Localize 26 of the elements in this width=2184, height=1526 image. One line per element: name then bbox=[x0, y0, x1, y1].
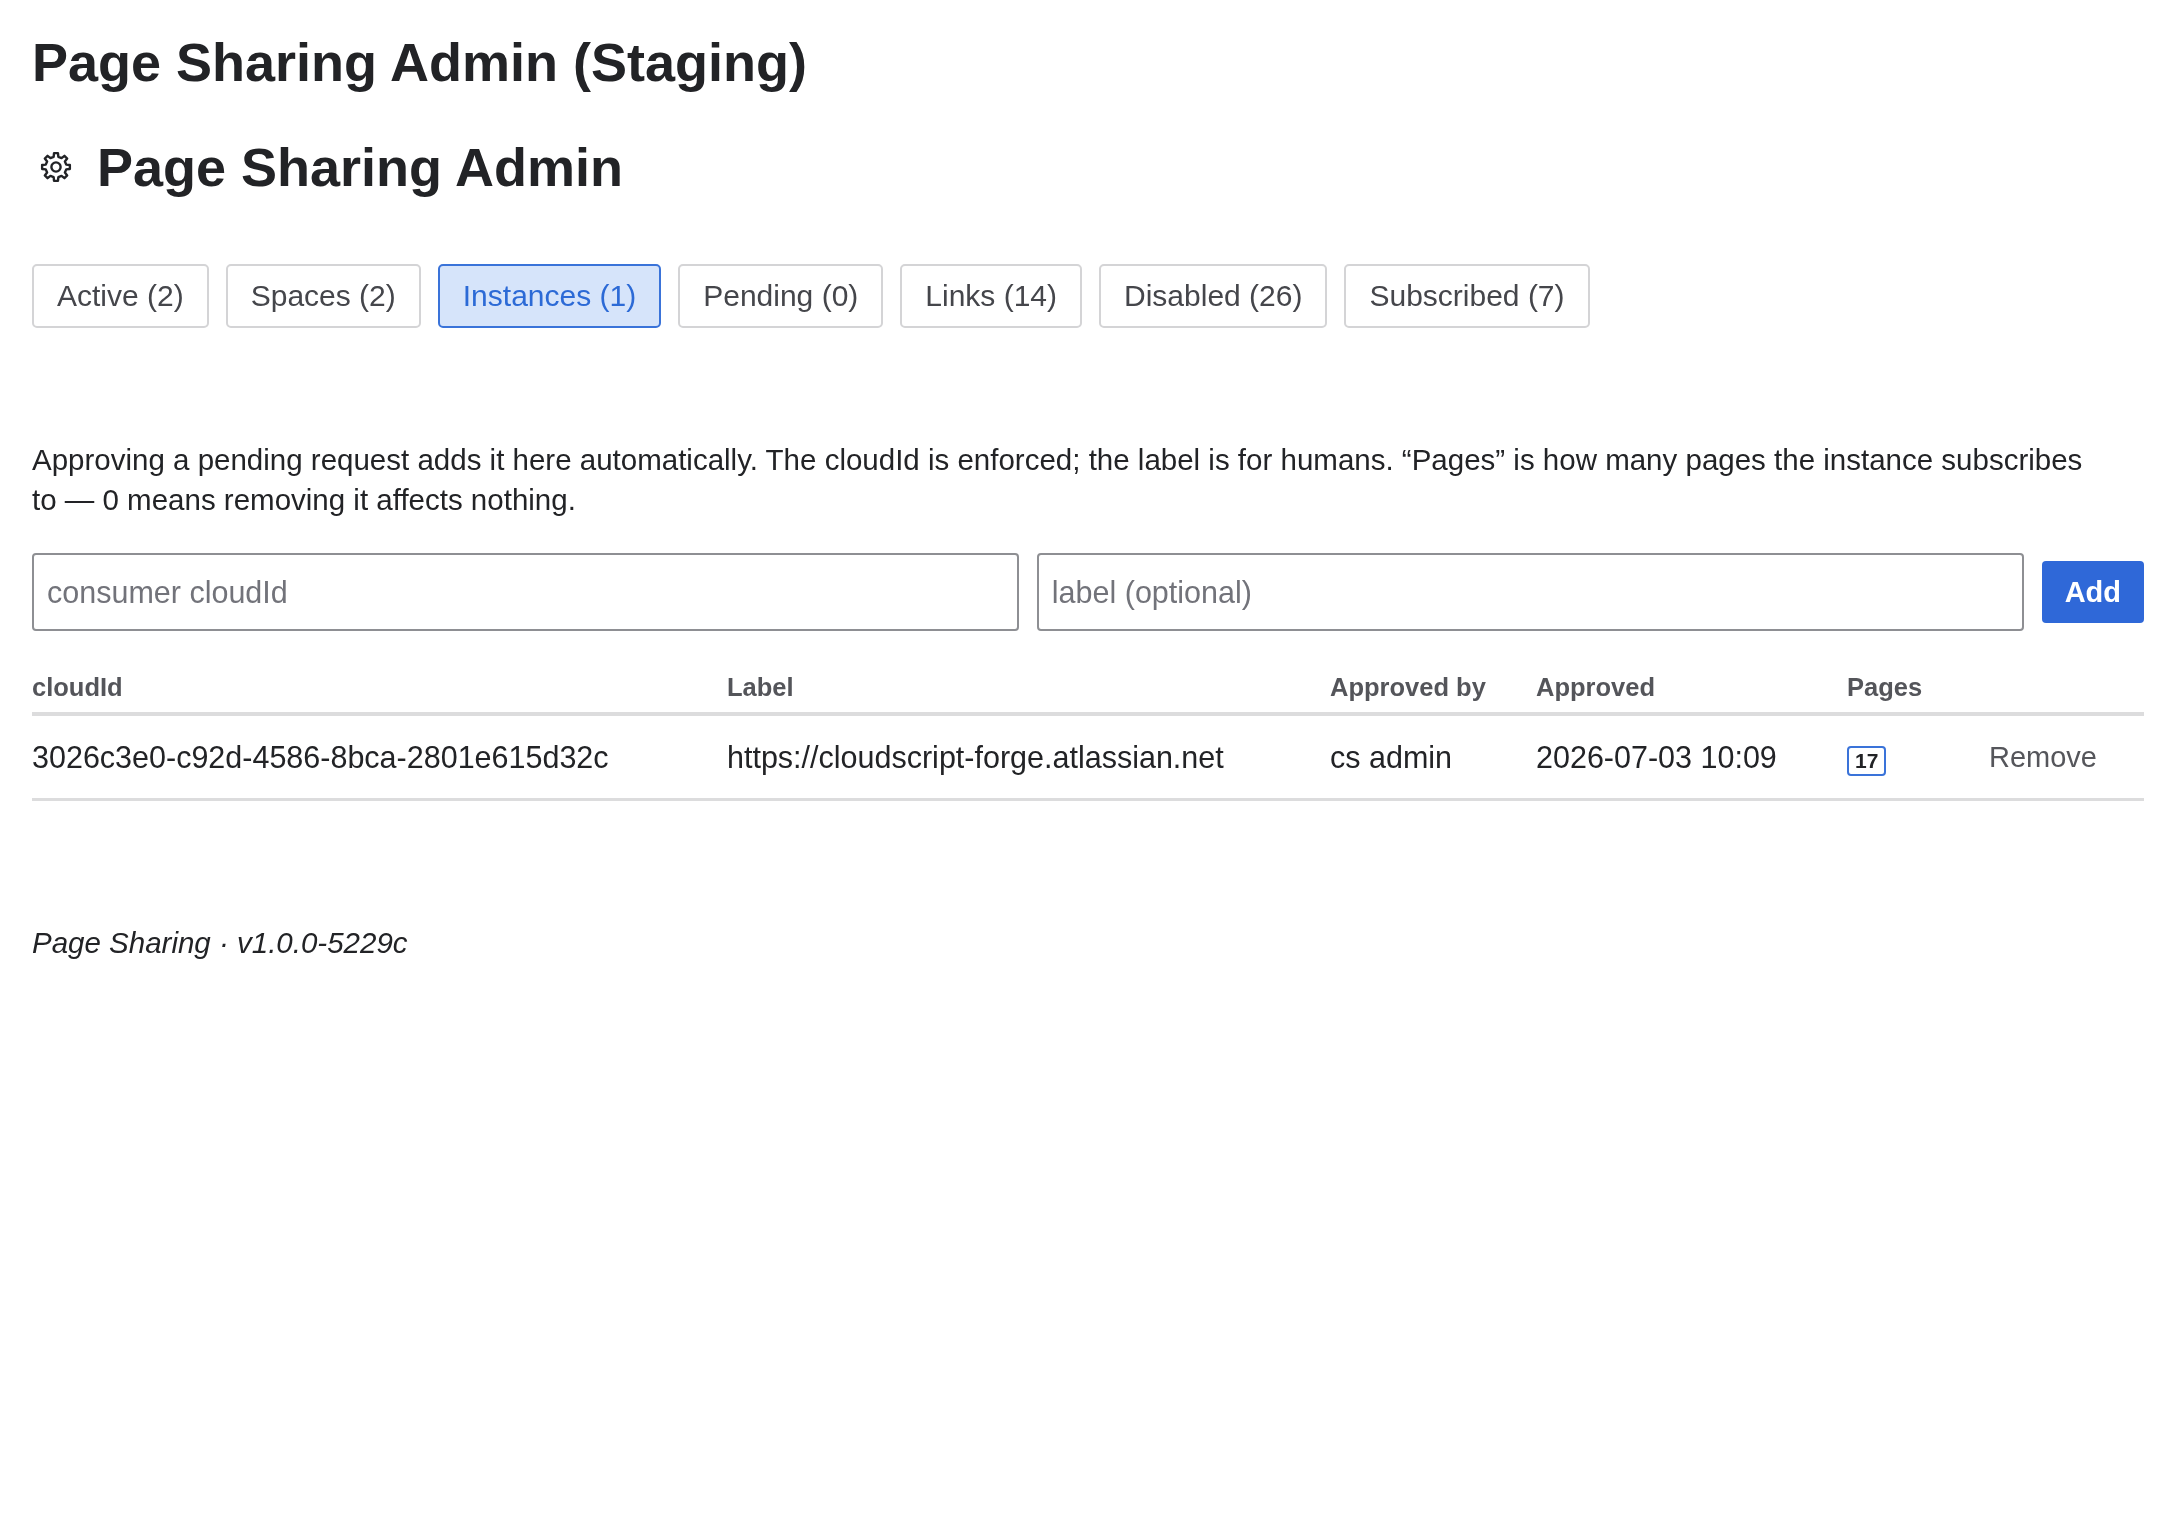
column-header: Approved by bbox=[1330, 673, 1486, 701]
tab[interactable]: Instances (1) bbox=[437, 264, 662, 328]
page-title: Page Sharing Admin (Staging) bbox=[32, 31, 809, 93]
table-cell: https://cloudscript-forge.atlassian.net bbox=[727, 740, 1224, 774]
tab[interactable]: Active (2) bbox=[32, 264, 209, 328]
tab[interactable]: Subscribed (7) bbox=[1344, 264, 1590, 328]
column-header: cloudId bbox=[32, 673, 123, 701]
tab[interactable]: Spaces (2) bbox=[225, 264, 421, 328]
cloud-id-input[interactable]: consumer cloudId bbox=[32, 553, 1019, 631]
app-title: Page Sharing Admin bbox=[97, 136, 624, 198]
remove-button[interactable]: Remove bbox=[1975, 734, 2111, 780]
gear-icon bbox=[40, 151, 72, 183]
tab[interactable]: Disabled (26) bbox=[1099, 264, 1328, 328]
tab[interactable]: Links (14) bbox=[900, 264, 1083, 328]
tab[interactable]: Pending (0) bbox=[678, 264, 884, 328]
table-cell: 2026-07-03 10:09 bbox=[1536, 740, 1777, 774]
description-text: Approving a pending request adds it here automatically. The cloudId is enforced; the label is for humans. “Pages” is how many pages the instance subscribes to — 0 means removing it affects nothing. bbox=[32, 442, 2084, 518]
pages-count-badge: 17 bbox=[1847, 745, 1887, 776]
column-header: Pages bbox=[1847, 673, 1923, 701]
footer-text: Page Sharing · v1.0.0-5229c bbox=[32, 925, 409, 961]
table-cell: cs admin bbox=[1330, 740, 1453, 774]
column-header: Approved bbox=[1536, 673, 1655, 701]
add-button[interactable]: Add bbox=[2041, 561, 2144, 623]
column-header: Label bbox=[727, 673, 794, 701]
label-input[interactable]: label (optional) bbox=[1036, 553, 2024, 631]
table-cell: 3026c3e0-c92d-4586-8bca-2801e615d32c bbox=[32, 740, 609, 774]
